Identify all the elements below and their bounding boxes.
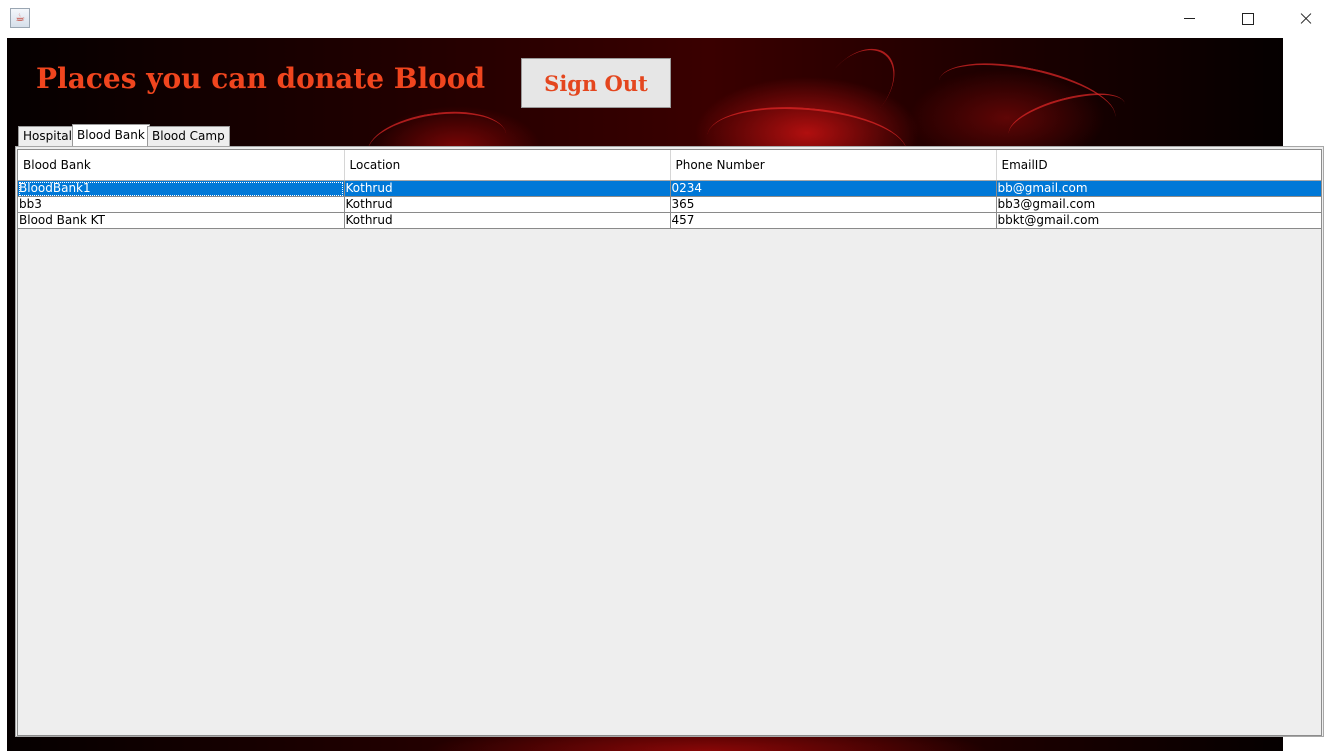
java-cup-icon[interactable]: ☕ bbox=[10, 8, 30, 28]
blood-bank-table[interactable]: Blood Bank Location Phone Number EmailID… bbox=[17, 149, 1322, 736]
cell-phone-number[interactable]: 457 bbox=[670, 212, 997, 229]
cell-location[interactable]: Kothrud bbox=[344, 180, 671, 197]
table-header-row: Blood Bank Location Phone Number EmailID bbox=[18, 150, 1321, 181]
column-header-blood-bank[interactable]: Blood Bank bbox=[18, 150, 345, 181]
tab-blood-camp[interactable]: Blood Camp bbox=[147, 126, 230, 146]
table-row[interactable]: bb3 Kothrud 365 bb3@gmail.com bbox=[18, 196, 1321, 213]
window-title-bar: ☕ bbox=[0, 0, 1335, 38]
close-icon[interactable] bbox=[1277, 0, 1335, 38]
cell-location[interactable]: Kothrud bbox=[344, 196, 671, 213]
column-header-location[interactable]: Location bbox=[344, 150, 671, 181]
cell-blood-bank[interactable]: BloodBank1 bbox=[18, 180, 345, 197]
table-row[interactable]: BloodBank1 Kothrud 0234 bb@gmail.com bbox=[18, 180, 1321, 197]
column-header-phone-number[interactable]: Phone Number bbox=[670, 150, 997, 181]
page-title: Places you can donate Blood bbox=[36, 62, 486, 95]
cell-blood-bank[interactable]: bb3 bbox=[18, 196, 345, 213]
table-row[interactable]: Blood Bank KT Kothrud 457 bbkt@gmail.com bbox=[18, 212, 1321, 229]
cell-email-id[interactable]: bb3@gmail.com bbox=[996, 196, 1321, 213]
maximize-icon[interactable] bbox=[1219, 0, 1277, 38]
minimize-icon[interactable] bbox=[1161, 0, 1219, 38]
cell-blood-bank[interactable]: Blood Bank KT bbox=[18, 212, 345, 229]
sign-out-button[interactable]: Sign Out bbox=[521, 58, 671, 108]
cell-phone-number[interactable]: 0234 bbox=[670, 180, 997, 197]
cell-email-id[interactable]: bb@gmail.com bbox=[996, 180, 1321, 197]
cell-phone-number[interactable]: 365 bbox=[670, 196, 997, 213]
column-header-email-id[interactable]: EmailID bbox=[996, 150, 1321, 181]
tab-hospital[interactable]: Hospital bbox=[18, 126, 77, 146]
cell-location[interactable]: Kothrud bbox=[344, 212, 671, 229]
cell-email-id[interactable]: bbkt@gmail.com bbox=[996, 212, 1321, 229]
tab-blood-bank[interactable]: Blood Bank bbox=[72, 124, 150, 147]
